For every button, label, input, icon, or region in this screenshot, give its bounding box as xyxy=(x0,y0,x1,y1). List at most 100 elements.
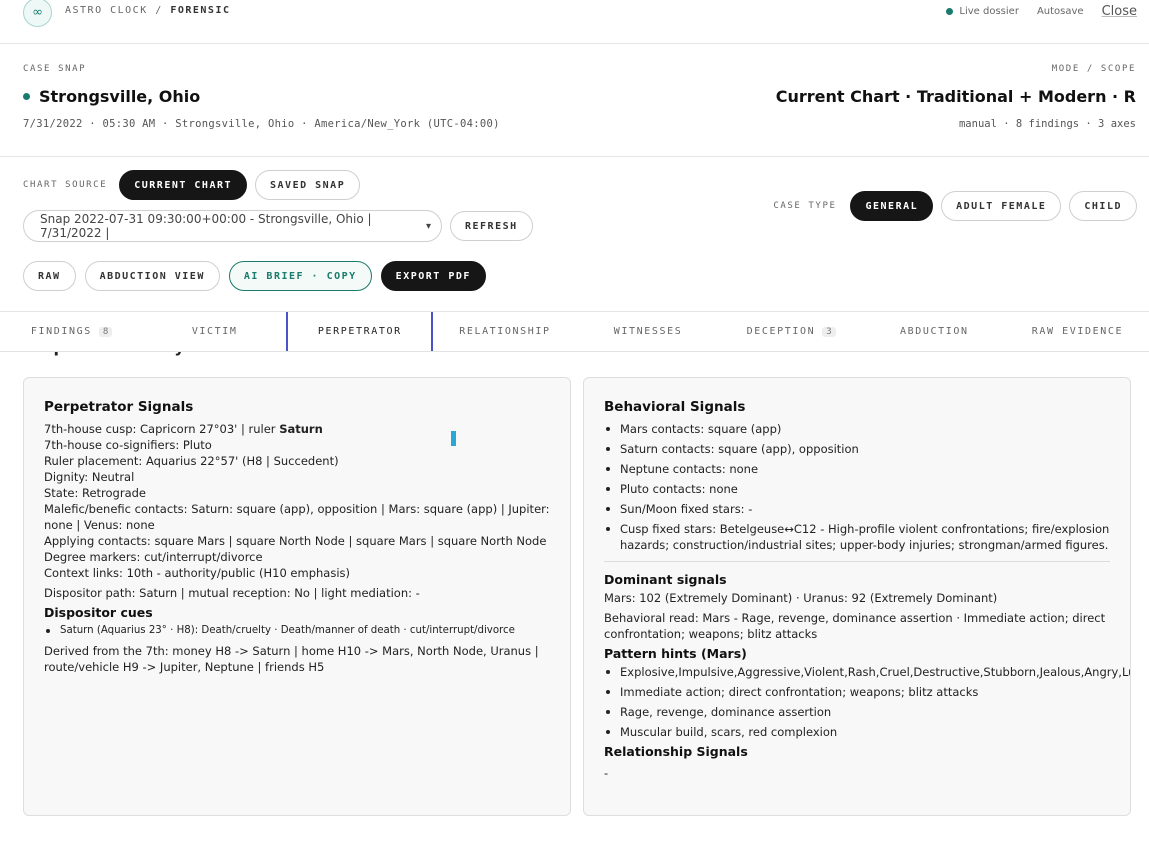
case-snap-label: CASE SNAP xyxy=(23,64,87,74)
behavioral-signals-panel: Behavioral Signals Mars contacts: square… xyxy=(583,377,1131,816)
breadcrumb-brand[interactable]: ASTRO CLOCK xyxy=(65,5,148,16)
case-type-general-button[interactable]: GENERAL xyxy=(850,191,934,221)
case-type-adult-female-button[interactable]: ADULT FEMALE xyxy=(941,191,1062,221)
tab-bar: FINDINGS 8 VICTIM PERPETRATOR RELATIONSHI… xyxy=(0,312,1149,352)
tab-label: VICTIM xyxy=(191,326,238,337)
dispositor-path: Dispositor path: Saturn | mutual recepti… xyxy=(44,586,420,600)
snap-select-value: Snap 2022-07-31 09:30:00+00:00 - Strongs… xyxy=(40,212,372,240)
current-chart-button[interactable]: CURRENT CHART xyxy=(119,170,248,200)
case-snap: CASE SNAP Strongsville, Ohio 7/31/2022 ·… xyxy=(23,64,500,130)
tab-label: WITNESSES xyxy=(613,326,683,337)
export-pdf-button[interactable]: EXPORT PDF xyxy=(380,261,486,291)
saved-snap-button[interactable]: SAVED SNAP xyxy=(255,170,361,200)
tab-label: RELATIONSHIP xyxy=(459,326,551,337)
tab-label: RAW EVIDENCE xyxy=(1031,326,1124,337)
case-title-text: Strongsville, Ohio xyxy=(39,87,201,106)
tab-witnesses[interactable]: WITNESSES xyxy=(577,312,720,351)
mode-scope: MODE / SCOPE Current Chart · Traditional… xyxy=(776,64,1136,130)
case-type-label: CASE TYPE xyxy=(773,201,837,211)
refresh-button[interactable]: REFRESH xyxy=(450,211,533,241)
list-item: Saturn contacts: square (app), oppositio… xyxy=(604,441,1110,457)
tab-label: PERPETRATOR xyxy=(317,326,402,337)
cusp-ruler: Saturn xyxy=(279,422,323,436)
perpetrator-signals-title: Perpetrator Signals xyxy=(44,399,194,415)
tab-deception[interactable]: DECEPTION 3 xyxy=(720,312,863,351)
case-title: Strongsville, Ohio xyxy=(23,87,500,106)
mode-scope-label: MODE / SCOPE xyxy=(1051,64,1136,74)
dispositor-cues-list: Saturn (Aquarius 23° · H8): Death/cruelt… xyxy=(44,623,550,639)
autosave-toggle[interactable]: Autosave xyxy=(1037,6,1084,17)
raw-button[interactable]: RAW xyxy=(23,261,76,291)
dominant-signals-title: Dominant signals xyxy=(604,572,727,587)
behavioral-list: Mars contacts: square (app) Saturn conta… xyxy=(604,421,1110,553)
text-cursor-icon xyxy=(451,431,456,446)
actions-row: RAW ABDUCTION VIEW AI BRIEF · COPY EXPOR… xyxy=(23,261,486,291)
perpetrator-signals-panel: Perpetrator Signals 7th-house cusp: Capr… xyxy=(23,377,571,816)
chart-source-row: CHART SOURCE CURRENT CHART SAVED SNAP xyxy=(23,170,361,200)
top-bar: ∞ ASTRO CLOCK / FORENSIC Live dossier Au… xyxy=(0,0,1149,44)
tab-abduction[interactable]: ABDUCTION xyxy=(863,312,1006,351)
list-item: Immediate action; direct confrontation; … xyxy=(604,684,1110,700)
signal-line: Dignity: Neutral xyxy=(44,470,135,484)
case-status-dot-icon xyxy=(23,93,30,100)
ai-brief-copy-button[interactable]: AI BRIEF · COPY xyxy=(228,261,372,291)
snap-select[interactable]: Snap 2022-07-31 09:30:00+00:00 - Strongs… xyxy=(23,210,442,242)
list-item: Pluto contacts: none xyxy=(604,481,1110,497)
signal-line: Ruler placement: Aquarius 22°57' (H8 | S… xyxy=(44,454,339,468)
relationship-signals-title: Relationship Signals xyxy=(604,744,748,759)
divider xyxy=(0,156,1149,157)
signal-line: State: Retrograde xyxy=(44,486,146,500)
live-dot-icon xyxy=(946,7,954,15)
breadcrumb-separator: / xyxy=(155,5,163,16)
tab-label: FINDINGS xyxy=(30,326,92,337)
list-item: Explosive,Impulsive,Aggressive,Violent,R… xyxy=(604,664,1130,680)
signal-line: Applying contacts: square Mars | square … xyxy=(44,534,547,548)
behavioral-signals-title: Behavioral Signals xyxy=(604,399,746,415)
tab-perpetrator[interactable]: PERPETRATOR xyxy=(286,312,434,351)
tab-findings[interactable]: FINDINGS 8 xyxy=(0,312,143,351)
pattern-hints-title: Pattern hints (Mars) xyxy=(604,646,747,661)
list-item: Rage, revenge, dominance assertion xyxy=(604,704,1110,720)
close-button[interactable]: Close xyxy=(1102,4,1137,19)
dispositor-cues-title: Dispositor cues xyxy=(44,605,153,620)
signal-line: Malefic/benefic contacts: Saturn: square… xyxy=(44,502,550,532)
list-item: Saturn (Aquarius 23° · H8): Death/cruelt… xyxy=(44,623,550,639)
tab-raw-evidence[interactable]: RAW EVIDENCE xyxy=(1006,312,1149,351)
behavioral-read: Behavioral read: Mars - Rage, revenge, d… xyxy=(604,611,1106,641)
brand-logo-icon[interactable]: ∞ xyxy=(23,0,52,27)
live-dossier-label: Live dossier xyxy=(959,6,1019,17)
breadcrumb-section: FORENSIC xyxy=(170,5,231,16)
dominant-scores: Mars: 102 (Extremely Dominant) · Uranus:… xyxy=(604,591,998,605)
tab-label: ABDUCTION xyxy=(900,326,969,337)
list-item: Cusp fixed stars: Betelgeuse↔C12 - High-… xyxy=(604,521,1110,553)
chart-source-label: CHART SOURCE xyxy=(23,180,108,190)
list-item: Sun/Moon fixed stars: - xyxy=(604,501,1110,517)
tab-victim[interactable]: VICTIM xyxy=(143,312,286,351)
relationship-value: - xyxy=(604,766,609,780)
mode-scope-meta: manual · 8 findings · 3 axes xyxy=(958,118,1136,130)
snap-select-row: Snap 2022-07-31 09:30:00+00:00 - Strongs… xyxy=(23,210,533,242)
list-item: Mars contacts: square (app) xyxy=(604,421,1110,437)
derived-line: Derived from the 7th: money H8 -> Saturn… xyxy=(44,644,539,674)
abduction-view-button[interactable]: ABDUCTION VIEW xyxy=(84,261,220,291)
breadcrumb: ASTRO CLOCK / FORENSIC xyxy=(65,5,231,16)
case-type-row: CASE TYPE GENERAL ADULT FEMALE CHILD xyxy=(773,191,1137,221)
list-item: Neptune contacts: none xyxy=(604,461,1110,477)
mode-scope-title: Current Chart · Traditional + Modern · R xyxy=(775,87,1136,106)
logo-glyph: ∞ xyxy=(32,5,43,20)
tab-label: DECEPTION xyxy=(746,326,816,337)
signal-line: Degree markers: cut/interrupt/divorce xyxy=(44,550,263,564)
header-status: Live dossier Autosave Close xyxy=(946,4,1137,19)
tab-relationship[interactable]: RELATIONSHIP xyxy=(433,312,576,351)
pattern-list: Explosive,Impulsive,Aggressive,Violent,R… xyxy=(604,664,1130,740)
signal-line: 7th-house co-signifiers: Pluto xyxy=(44,438,212,452)
list-item: Muscular build, scars, red complexion xyxy=(604,724,1110,740)
cusp-text: 7th-house cusp: Capricorn 27°03' | ruler xyxy=(44,422,280,436)
live-dossier-indicator: Live dossier xyxy=(946,6,1019,17)
cusp-line: 7th-house cusp: Capricorn 27°03' | ruler… xyxy=(44,421,550,437)
case-meta: 7/31/2022 · 05:30 AM · Strongsville, Ohi… xyxy=(23,118,500,130)
signal-line: Context links: 10th - authority/public (… xyxy=(44,566,350,580)
case-type-child-button[interactable]: CHILD xyxy=(1069,191,1137,221)
tab-badge: 8 xyxy=(98,326,113,337)
chevron-down-icon: ▾ xyxy=(425,220,431,232)
